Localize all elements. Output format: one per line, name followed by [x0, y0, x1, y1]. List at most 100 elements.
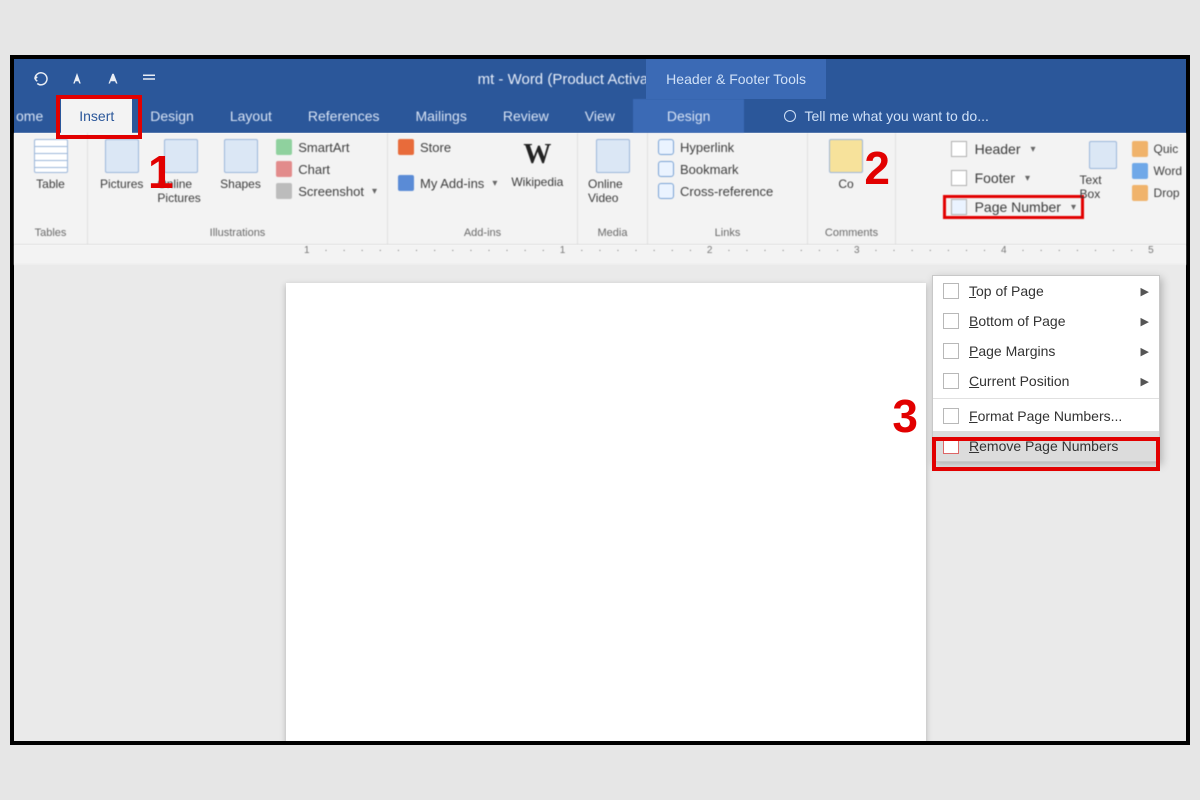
format-a-icon[interactable]	[104, 70, 122, 88]
wordart-icon	[1132, 163, 1148, 179]
quick-access-toolbar	[14, 70, 158, 88]
group-illustrations: Pictures Online Pictures Shapes SmartArt…	[88, 133, 388, 244]
tab-layout[interactable]: Layout	[212, 99, 290, 133]
menu-label: op of Page	[976, 283, 1044, 299]
footer-button[interactable]: Footer▾	[945, 168, 1082, 188]
cross-reference-button[interactable]: Cross-reference	[658, 183, 773, 199]
menu-top-of-page[interactable]: Top of Page▶	[933, 276, 1159, 306]
header-icon	[951, 141, 967, 157]
ribbon: Table Tables Pictures Online Pictures Sh…	[14, 133, 1186, 245]
menu-bottom-of-page[interactable]: Bottom of Page▶	[933, 306, 1159, 336]
group-text: Text Box Quic Word Drop	[1080, 141, 1182, 201]
chart-icon	[276, 161, 292, 177]
undo-icon[interactable]	[32, 70, 50, 88]
shapes-icon	[224, 139, 258, 173]
submenu-arrow-icon: ▶	[1141, 375, 1149, 388]
quick-parts-button[interactable]: Quic	[1132, 141, 1182, 157]
drop-cap-icon	[1132, 185, 1148, 201]
tab-review[interactable]: Review	[485, 99, 567, 133]
ruler: 1 · · · · · · · · · · · · · 1 · · · · · …	[14, 245, 1186, 265]
group-header-footer: Header▾ Footer▾ Page Number▾	[941, 139, 1086, 217]
top-of-page-icon	[943, 283, 959, 299]
remove-page-numbers-icon	[943, 438, 959, 454]
format-page-numbers-icon	[943, 408, 959, 424]
shapes-button[interactable]: Shapes	[217, 139, 264, 191]
text-box-icon	[1089, 141, 1117, 169]
font-color-icon[interactable]	[68, 70, 86, 88]
online-video-button[interactable]: Online Video	[588, 139, 637, 205]
group-media: Online Video Media	[578, 133, 648, 244]
tab-view[interactable]: View	[567, 99, 633, 133]
menu-current-position[interactable]: Current Position▶	[933, 366, 1159, 396]
tab-insert[interactable]: Insert	[61, 99, 132, 133]
submenu-arrow-icon: ▶	[1141, 345, 1149, 358]
online-pictures-icon	[164, 139, 198, 173]
current-position-icon	[943, 373, 959, 389]
wikipedia-button[interactable]: WWikipedia	[509, 139, 565, 189]
pictures-button[interactable]: Pictures	[98, 139, 145, 191]
comment-button[interactable]: Co	[818, 139, 874, 191]
pictures-icon	[105, 139, 139, 173]
online-pictures-button[interactable]: Online Pictures	[157, 139, 204, 205]
smartart-icon	[276, 139, 292, 155]
page-number-icon	[951, 199, 967, 215]
group-tables: Table Tables	[14, 133, 88, 244]
page-margins-icon	[943, 343, 959, 359]
addins-icon	[398, 175, 414, 191]
lightbulb-icon	[784, 110, 796, 122]
group-links: Hyperlink Bookmark Cross-reference Links	[648, 133, 808, 244]
hyperlink-icon	[658, 139, 674, 155]
hyperlink-button[interactable]: Hyperlink	[658, 139, 773, 155]
group-label-comments: Comments	[818, 227, 885, 242]
page-number-button[interactable]: Page Number▾	[945, 197, 1082, 217]
page-number-menu: Top of Page▶ Bottom of Page▶ Page Margin…	[932, 275, 1160, 462]
smartart-button[interactable]: SmartArt	[276, 139, 377, 155]
tab-references[interactable]: References	[290, 99, 398, 133]
submenu-arrow-icon: ▶	[1141, 315, 1149, 328]
screenshot-button[interactable]: Screenshot▾	[276, 183, 377, 199]
group-comments: Co Comments	[808, 133, 896, 244]
tell-me-placeholder: Tell me what you want to do...	[804, 108, 988, 124]
drop-cap-button[interactable]: Drop	[1132, 185, 1182, 201]
title-bar: mt - Word (Product Activation Failed) He…	[14, 59, 1186, 99]
bookmark-icon	[658, 161, 674, 177]
tab-home[interactable]: ome	[14, 99, 61, 133]
table-icon	[34, 139, 68, 173]
bookmark-button[interactable]: Bookmark	[658, 161, 773, 177]
my-addins-button[interactable]: My Add-ins▾	[398, 175, 497, 191]
text-box-button[interactable]: Text Box	[1080, 141, 1126, 201]
quick-parts-icon	[1132, 141, 1148, 157]
group-addins: Store My Add-ins▾ WWikipedia Add-ins	[388, 133, 578, 244]
chart-button[interactable]: Chart	[276, 161, 377, 177]
store-icon	[398, 139, 414, 155]
store-button[interactable]: Store	[398, 139, 497, 155]
tab-mailings[interactable]: Mailings	[397, 99, 484, 133]
ribbon-tabs: ome Insert Design Layout References Mail…	[14, 99, 1186, 133]
tell-me-search[interactable]: Tell me what you want to do...	[784, 99, 988, 133]
menu-format-page-numbers[interactable]: Format Page Numbers...	[933, 401, 1159, 431]
header-button[interactable]: Header▾	[945, 139, 1082, 159]
tab-design[interactable]: Design	[132, 99, 212, 133]
bottom-of-page-icon	[943, 313, 959, 329]
tab-design-contextual[interactable]: Design	[633, 99, 745, 133]
footer-icon	[951, 170, 967, 186]
menu-remove-page-numbers[interactable]: Remove Page Numbers	[933, 431, 1159, 461]
table-button[interactable]: Table	[24, 139, 77, 191]
customize-qat-icon[interactable]	[140, 70, 158, 88]
video-icon	[596, 139, 630, 173]
wordart-button[interactable]: Word	[1132, 163, 1182, 179]
submenu-arrow-icon: ▶	[1141, 285, 1149, 298]
contextual-tab-label: Header & Footer Tools	[646, 59, 826, 99]
group-label-illustrations: Illustrations	[98, 227, 377, 242]
crossref-icon	[658, 183, 674, 199]
document-page[interactable]	[286, 283, 926, 741]
menu-separator	[933, 398, 1159, 399]
comment-icon	[829, 139, 863, 173]
group-label-links: Links	[658, 227, 797, 242]
word-window: mt - Word (Product Activation Failed) He…	[10, 55, 1190, 745]
group-label-addins: Add-ins	[398, 227, 567, 242]
menu-page-margins[interactable]: Page Margins▶	[933, 336, 1159, 366]
screenshot-icon	[276, 183, 292, 199]
wikipedia-icon: W	[523, 139, 551, 171]
group-label-media: Media	[588, 227, 637, 242]
